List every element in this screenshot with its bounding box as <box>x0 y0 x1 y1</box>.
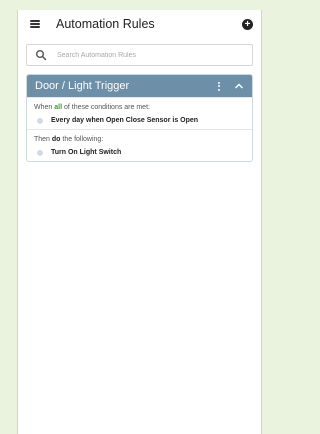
page-title: Automation Rules <box>56 17 155 31</box>
action-text: Turn On Light Switch <box>51 149 122 156</box>
conditions-keyword[interactable]: all <box>54 104 62 111</box>
condition-text: Every day when Open Close Sensor is Open <box>51 117 199 124</box>
condition-item[interactable]: Every day when Open Close Sensor is Open <box>34 117 245 124</box>
search-input[interactable] <box>57 51 217 59</box>
action-item[interactable]: Turn On Light Switch <box>34 149 245 156</box>
rule-card-header[interactable]: Door / Light Trigger <box>27 75 252 97</box>
rule-card: Door / Light Trigger When all of these c… <box>26 74 253 162</box>
chevron-up-icon[interactable] <box>234 82 244 90</box>
more-vert-icon[interactable] <box>214 81 224 91</box>
conditions-label: When all of these conditions are met: <box>34 104 245 111</box>
actions-prefix: Then <box>34 136 52 143</box>
menu-icon[interactable] <box>30 20 40 28</box>
actions-section: Then do the following: Turn On Light Swi… <box>27 129 252 161</box>
search-bar[interactable] <box>26 44 253 66</box>
actions-suffix: the following: <box>60 136 104 143</box>
actions-label: Then do the following: <box>34 136 245 143</box>
bullet-icon <box>37 149 43 156</box>
search-icon <box>36 50 47 61</box>
top-bar: Automation Rules + <box>18 10 261 38</box>
conditions-prefix: When <box>34 104 55 111</box>
conditions-section: When all of these conditions are met: Ev… <box>27 97 252 129</box>
add-circle-icon[interactable]: + <box>242 18 253 30</box>
rule-title: Door / Light Trigger <box>35 80 130 92</box>
bullet-icon <box>37 117 43 124</box>
conditions-suffix: of these conditions are met: <box>62 104 150 111</box>
app-window: Automation Rules + Door / Light Trigger … <box>17 10 262 434</box>
